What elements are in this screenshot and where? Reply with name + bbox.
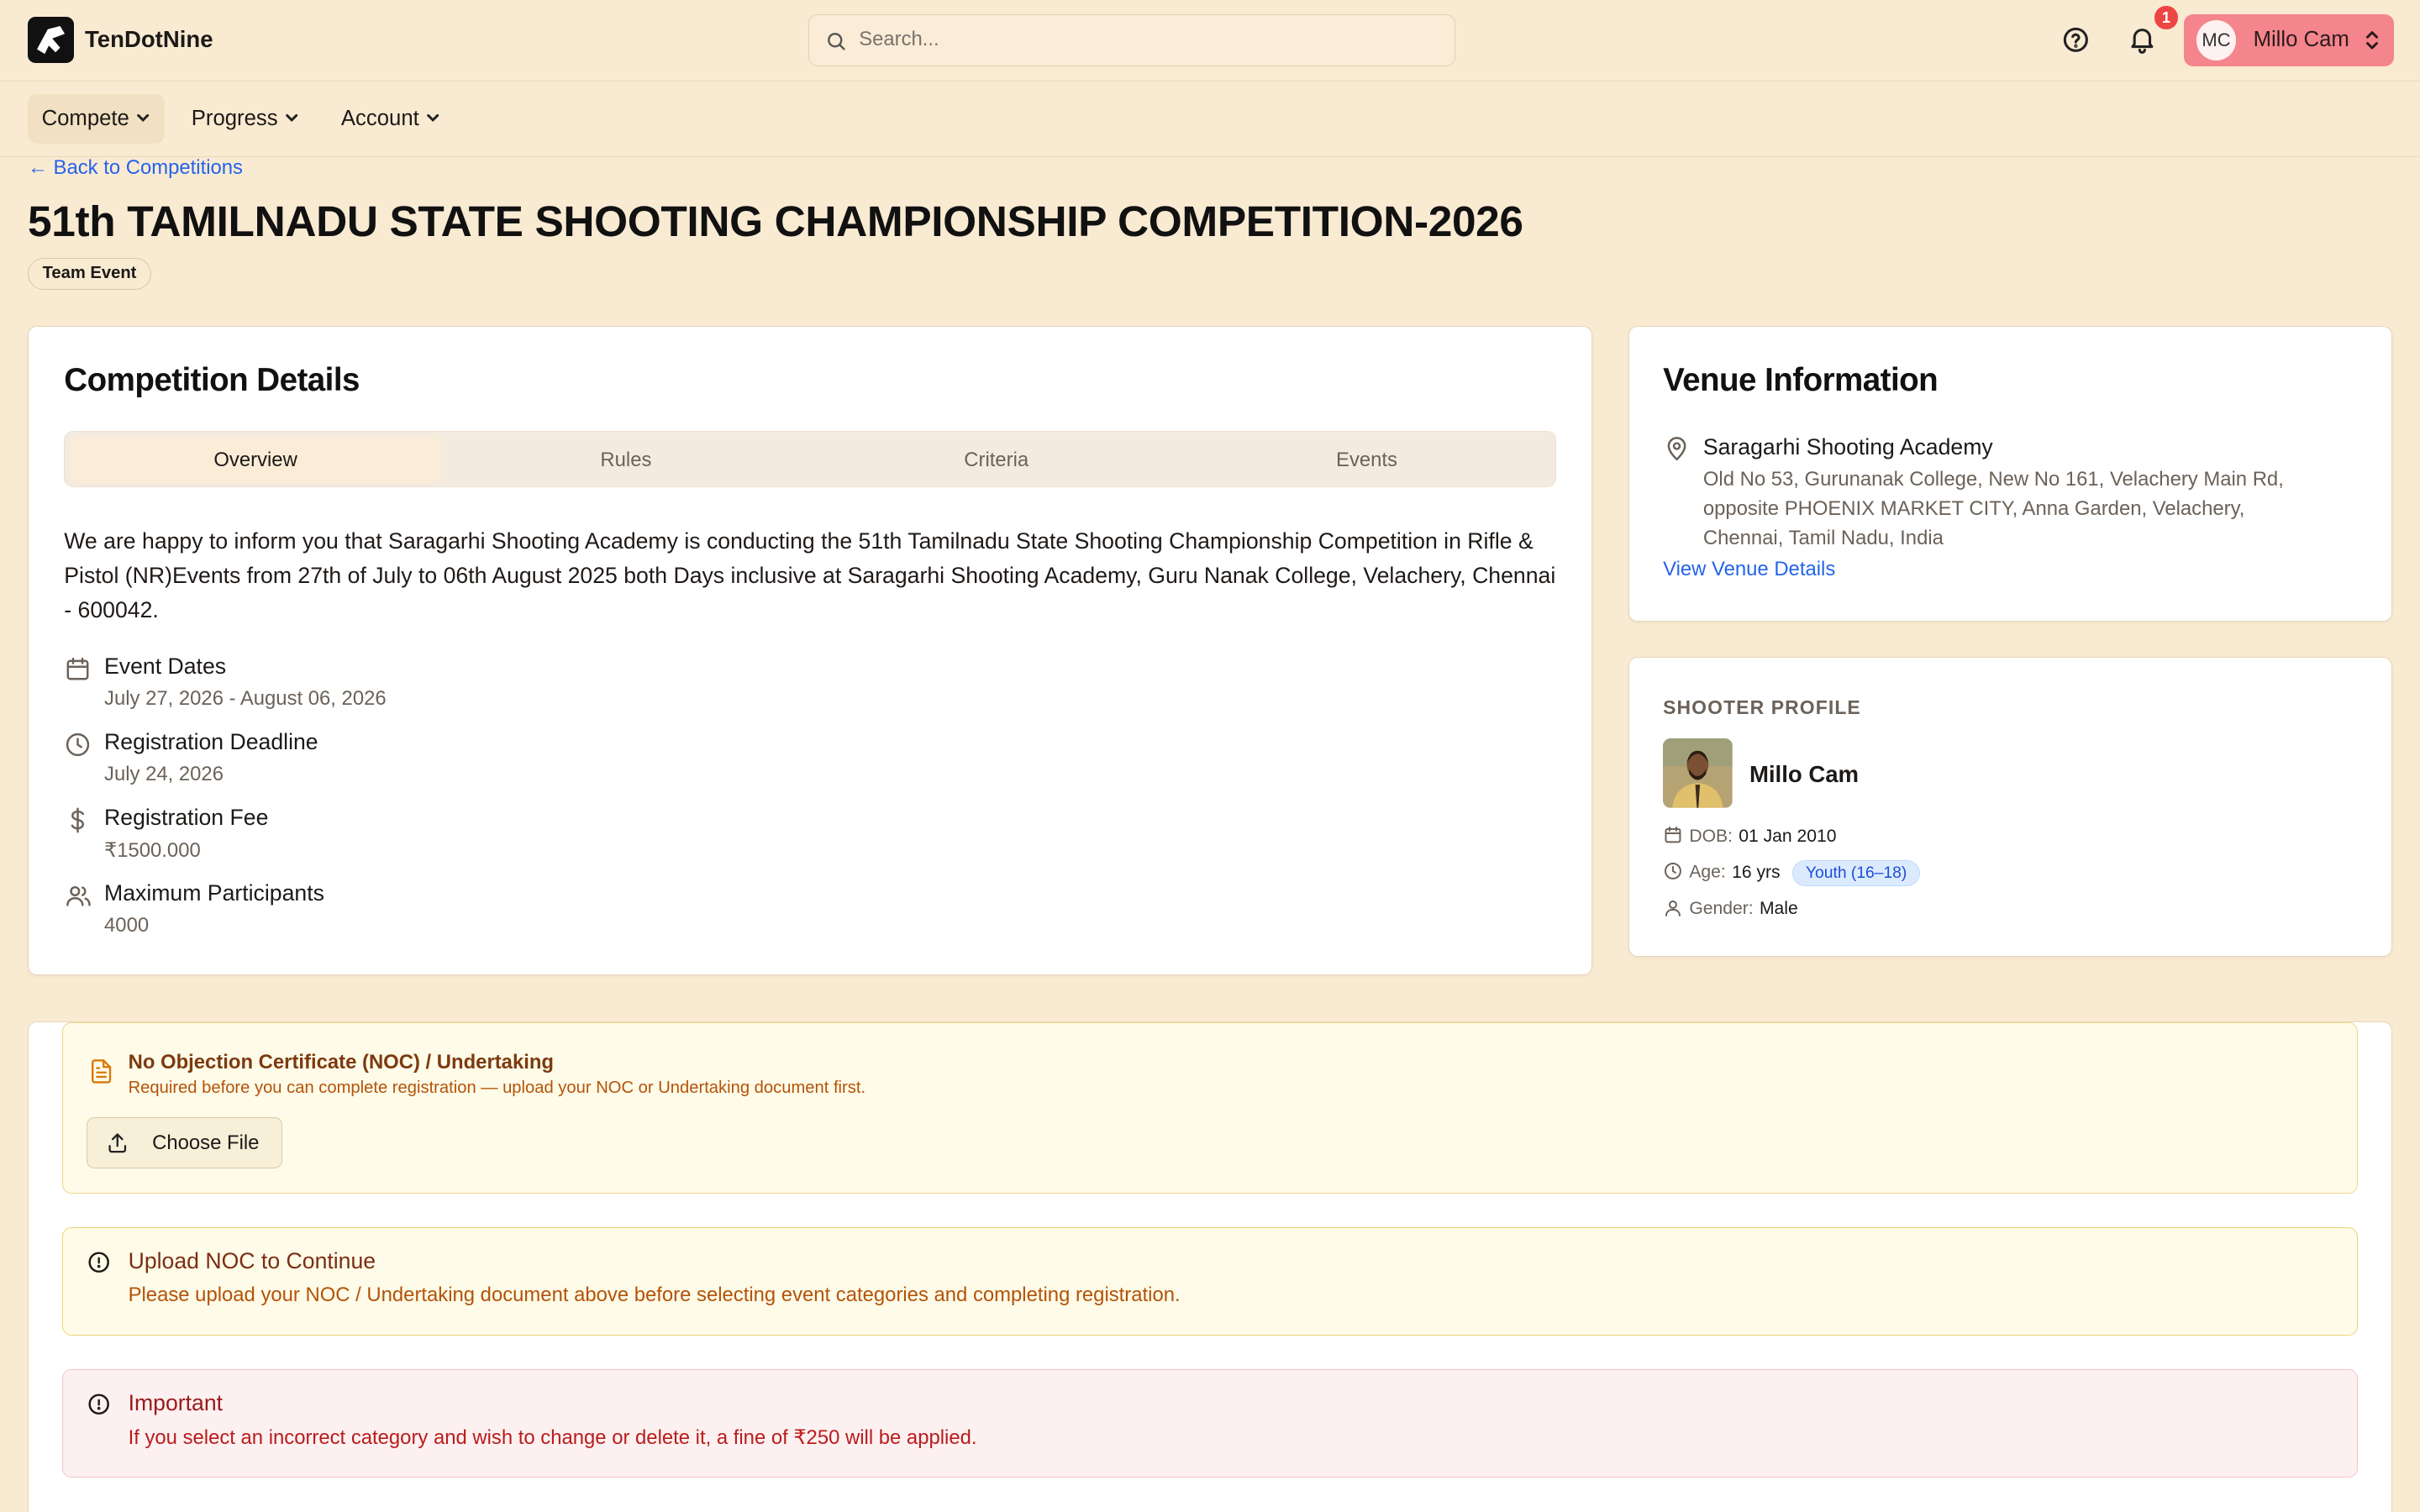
user-menu-button[interactable]: MC Millo Cam [2183,13,2394,66]
alert-message: If you select an incorrect category and … [128,1426,977,1450]
nav-label: Progress [191,107,278,131]
registration-card: No Objection Certificate (NOC) / Underta… [28,1021,2392,1512]
profile-photo [1663,738,1733,808]
map-pin-icon [1667,437,1686,461]
detail-label: Maximum Participants [104,879,324,906]
gender-row: Gender: Male [1663,899,1798,919]
detail-label: Registration Deadline [104,728,318,754]
competition-description: We are happy to inform you that Saragarh… [64,528,1556,623]
clock-icon [66,732,90,756]
alert-title: Important [128,1390,224,1416]
dollar-icon [71,807,85,833]
important-alert: Important If you select an incorrect cat… [62,1369,2358,1478]
nav-label: Account [340,107,419,131]
noc-upload-section: No Objection Certificate (NOC) / Underta… [62,1021,2358,1194]
calendar-icon [1665,827,1681,843]
noc-subtitle: Required before you can complete registr… [128,1079,866,1097]
shooter-profile-card: SHOOTER PROFILE Millo Cam DOB: 01 Jan 201… [1628,657,2392,957]
alert-circle-icon [88,1252,109,1273]
card-title: Competition Details [64,361,360,398]
help-icon[interactable] [2060,24,2091,55]
nav-compete[interactable]: Compete [28,94,166,144]
choose-file-label: Choose File [152,1131,260,1155]
users-icon [66,885,92,906]
dob-row: DOB: 01 Jan 2010 [1663,826,1837,847]
document-icon [91,1059,112,1084]
tab-rules[interactable]: Rules [440,437,813,483]
card-title: Venue Information [1663,361,1939,398]
nav-bar: Compete Progress Account [0,81,2420,158]
age-label: Age: [1689,862,1726,882]
dob-label: DOB: [1689,826,1733,846]
brand-name[interactable]: TenDotNine [85,26,213,53]
user-icon [1665,900,1681,916]
view-venue-details-link[interactable]: View Venue Details [1663,558,1835,581]
event-type-badge: Team Event [28,257,151,291]
detail-value: July 27, 2026 - August 06, 2026 [104,687,387,711]
logo-icon[interactable] [28,17,75,64]
tab-criteria[interactable]: Criteria [810,437,1182,483]
notification-badge: 1 [2154,6,2178,29]
nav-account[interactable]: Account [327,94,455,144]
venue-name: Saragarhi Shooting Academy [1702,434,1993,460]
venue-address: Old No 53, Gurunanak College, New No 161… [1702,467,2284,549]
page-title: 51th TAMILNADU STATE SHOOTING CHAMPIONSH… [28,197,1523,246]
upload-noc-alert: Upload NOC to Continue Please upload you… [62,1227,2358,1336]
chevron-down-icon [286,114,298,123]
tab-overview[interactable]: Overview [69,436,442,484]
alert-title: Upload NOC to Continue [128,1248,376,1274]
choose-file-button[interactable]: Choose File [87,1116,283,1168]
detail-label: Registration Fee [104,804,269,830]
search-icon [827,32,845,50]
alert-circle-icon [88,1394,109,1415]
gender-value: Male [1759,898,1798,918]
noc-title: No Objection Certificate (NOC) / Underta… [128,1050,554,1074]
nav-label: Compete [41,107,129,131]
detail-value: ₹1500.000 [104,839,201,863]
nav-progress[interactable]: Progress [177,94,313,144]
gender-label: Gender: [1689,898,1754,918]
user-name: Millo Cam [2253,28,2349,52]
shooter-name: Millo Cam [1749,761,1860,788]
chevron-down-icon [427,114,439,123]
venue-information-card: Venue Information Saragarhi Shooting Aca… [1628,325,2392,622]
search-box[interactable] [808,13,1455,66]
tab-list: Overview Rules Criteria Events [64,431,1557,487]
bell-icon[interactable] [2127,24,2158,57]
age-row: Age: 16 yrs Youth (16–18) [1663,860,1920,887]
tab-events[interactable]: Events [1181,437,1553,483]
age-group-badge: Youth (16–18) [1792,860,1920,887]
chevron-up-down-icon [2366,31,2378,50]
competition-details-card: Competition Details Overview Rules Crite… [28,325,1593,975]
age-value: 16 yrs [1732,862,1781,882]
upload-icon [108,1133,127,1153]
avatar: MC [2196,19,2237,60]
back-to-competitions-link[interactable]: ← Back to Competitions [28,156,243,180]
detail-value: July 24, 2026 [104,763,224,786]
clock-icon [1665,863,1681,880]
detail-label: Event Dates [104,653,227,679]
top-bar: TenDotNine 1 MC Millo Cam [0,0,2420,82]
dob-value: 01 Jan 2010 [1739,826,1837,846]
calendar-icon [66,657,89,680]
section-label: SHOOTER PROFILE [1663,696,1861,719]
alert-message: Please upload your NOC / Undertaking doc… [128,1284,1181,1307]
detail-value: 4000 [104,914,150,937]
chevron-down-icon [137,114,150,123]
search-input[interactable] [855,14,1443,65]
